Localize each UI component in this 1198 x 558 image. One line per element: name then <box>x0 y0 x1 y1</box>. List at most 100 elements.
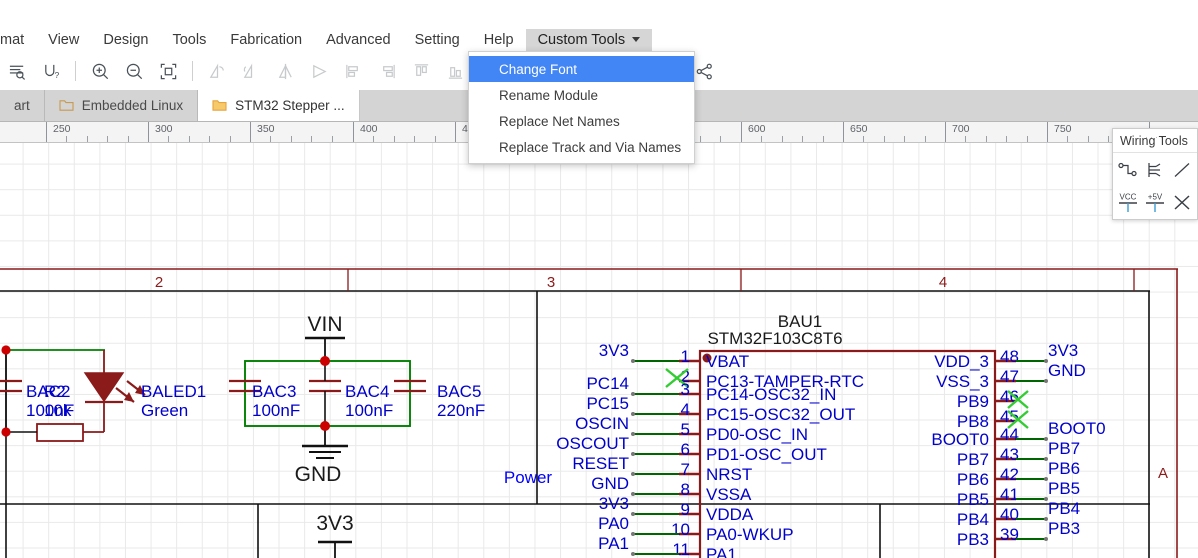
net-endpoint <box>631 492 635 496</box>
align-right-icon[interactable] <box>372 56 402 86</box>
ic-pin-number-44: 44 <box>1000 425 1019 444</box>
ruler-minor-tick <box>802 136 803 142</box>
menu-option-replace-net-names[interactable]: Replace Net Names <box>469 108 694 134</box>
document-tab[interactable]: STM32 Stepper ... <box>198 90 360 121</box>
ruler-minor-tick <box>863 136 864 142</box>
menu-option-rename-module[interactable]: Rename Module <box>469 82 694 108</box>
net-endpoint <box>631 552 635 556</box>
ruler-minor-tick <box>782 136 783 142</box>
ruler-minor-tick <box>332 136 333 142</box>
menu-item-label: Advanced <box>326 32 391 48</box>
net-label-3v3-9: 3V3 <box>599 494 629 513</box>
vcc-symbol-icon[interactable]: VCC <box>1114 187 1141 219</box>
block-label-power: Power <box>504 468 553 487</box>
no-connect-icon[interactable] <box>1169 187 1196 219</box>
net-label-3v3-48: 3V3 <box>1048 341 1078 360</box>
menu-item-help[interactable]: Help <box>472 29 526 52</box>
menu-item-mat[interactable]: mat <box>0 29 36 52</box>
component-ref-baled1: BALED1 <box>141 382 206 401</box>
ic-pin-number-41: 41 <box>1000 485 1019 504</box>
ruler-minor-tick <box>1108 136 1109 142</box>
menu-item-label: Tools <box>172 32 207 48</box>
menu-item-advanced[interactable]: Advanced <box>314 29 403 52</box>
place-wire-icon[interactable] <box>1114 155 1141 187</box>
ruler-minor-tick <box>168 136 169 142</box>
net-label-pc15-4: PC15 <box>586 394 629 413</box>
place-bus-icon[interactable] <box>1141 155 1168 187</box>
ruler-minor-tick <box>1027 136 1028 142</box>
menu-items-row: mat View Design Tools Fabrication Advanced Set… <box>0 29 653 52</box>
net-endpoint <box>631 392 635 396</box>
menu-item-label: Setting <box>414 32 460 48</box>
net-label-query-icon[interactable]: ? <box>36 56 66 86</box>
ic-pin-number-3: 3 <box>681 380 690 399</box>
find-text-icon[interactable] <box>2 56 32 86</box>
menu-item-fabrication[interactable]: Fabrication <box>218 29 314 52</box>
menu-item-custom-tools[interactable]: Custom Tools <box>525 29 653 52</box>
ruler-minor-tick <box>189 136 190 142</box>
menu-option-replace-track-and-via-names[interactable]: Replace Track and Via Names <box>469 134 694 160</box>
rotate-ccw-icon[interactable] <box>202 56 232 86</box>
zoom-fit-icon[interactable] <box>153 56 183 86</box>
ic-pin-number-47: 47 <box>1000 367 1019 386</box>
ruler-label: 650 <box>850 123 868 135</box>
application-window: mat View Design Tools Fabrication Advanced Set… <box>0 0 1198 558</box>
schematic-drawing[interactable]: 2 3 4APowerBAC2R2100nF10kBALED1GreenVINGND… <box>0 143 1198 558</box>
place-line-icon[interactable] <box>1169 155 1196 187</box>
menu-item-view[interactable]: View <box>36 29 91 52</box>
panel-drag-handle[interactable]: ···· <box>1145 132 1165 142</box>
align-left-icon[interactable] <box>338 56 368 86</box>
align-top-icon[interactable] <box>406 56 436 86</box>
mirror-vertical-icon[interactable] <box>304 56 334 86</box>
ic-pin-name-41: PB5 <box>957 490 989 509</box>
document-tab-label: Embedded Linux <box>81 98 184 113</box>
ruler-major-tick <box>843 122 844 142</box>
mirror-horizontal-icon[interactable] <box>270 56 300 86</box>
led-indicator-circuit: BAC2R2100nF10kBALED1Green <box>0 345 206 558</box>
component-value-bac4: 100nF <box>345 401 393 420</box>
frame-column-number: 3 <box>547 274 555 291</box>
ic-pin-name-5: PD0-OSC_IN <box>706 425 808 444</box>
junction-dot <box>1 345 11 355</box>
menu-option-change-font[interactable]: Change Font <box>469 56 694 82</box>
document-tab[interactable]: Embedded Linux <box>45 90 199 121</box>
schematic-canvas[interactable]: 2 3 4 A Power BAC2 R2 100nF 10k BALED1 Green VIN GND… <box>0 143 1198 558</box>
net-label-pa0-10: PA0 <box>598 514 629 533</box>
net-endpoint <box>631 359 635 363</box>
net-label-oscout-6: OSCOUT <box>556 434 629 453</box>
net-label-pa1-11: PA1 <box>598 534 629 553</box>
component-ref-bac5: BAC5 <box>437 382 481 401</box>
ic-pin-number-48: 48 <box>1000 347 1019 366</box>
ic-pin-name-43: PB7 <box>957 450 989 469</box>
custom-tools-dropdown-menu[interactable]: Change Font Rename Module Replace Net Name… <box>468 51 695 164</box>
ruler-major-tick <box>353 122 354 142</box>
menu-item-label: Design <box>103 32 149 48</box>
menu-item-label: mat <box>0 32 25 48</box>
plus5v-symbol-icon[interactable]: +5V <box>1141 187 1168 219</box>
ic-pin-name-48: VDD_3 <box>934 352 989 371</box>
ic-symbol-stm32: BAU1STM32F103C8T6VBAT13V3PC13-TAMPER-RTC… <box>556 312 1106 558</box>
ruler-label: 250 <box>53 123 71 135</box>
svg-text:+5V: +5V <box>1148 193 1163 202</box>
wiring-tools-panel[interactable]: ···· Wiring Tools VCC +5V <box>1112 128 1198 220</box>
menu-item-design[interactable]: Design <box>91 29 160 52</box>
align-bottom-icon[interactable] <box>440 56 470 86</box>
net-endpoint <box>631 452 635 456</box>
menu-item-setting[interactable]: Setting <box>403 29 472 52</box>
net-label-pb7-43: PB7 <box>1048 439 1080 458</box>
ruler-minor-tick <box>311 136 312 142</box>
document-tab[interactable]: art <box>0 90 45 121</box>
ruler-minor-tick <box>700 136 701 142</box>
component-value-baled1: Green <box>141 401 188 420</box>
zoom-out-icon[interactable] <box>119 56 149 86</box>
zoom-in-icon[interactable] <box>85 56 115 86</box>
rotate-cw-icon[interactable] <box>236 56 266 86</box>
net-label-boot0-44: BOOT0 <box>1048 419 1106 438</box>
ruler-major-tick <box>1047 122 1048 142</box>
ic-pin-number-39: 39 <box>1000 525 1019 544</box>
ruler-label: 300 <box>155 123 173 135</box>
menu-item-label: Fabrication <box>230 32 303 48</box>
menu-item-tools[interactable]: Tools <box>160 29 218 52</box>
ruler-minor-tick <box>435 136 436 142</box>
ic-pin-name-42: PB6 <box>957 470 989 489</box>
